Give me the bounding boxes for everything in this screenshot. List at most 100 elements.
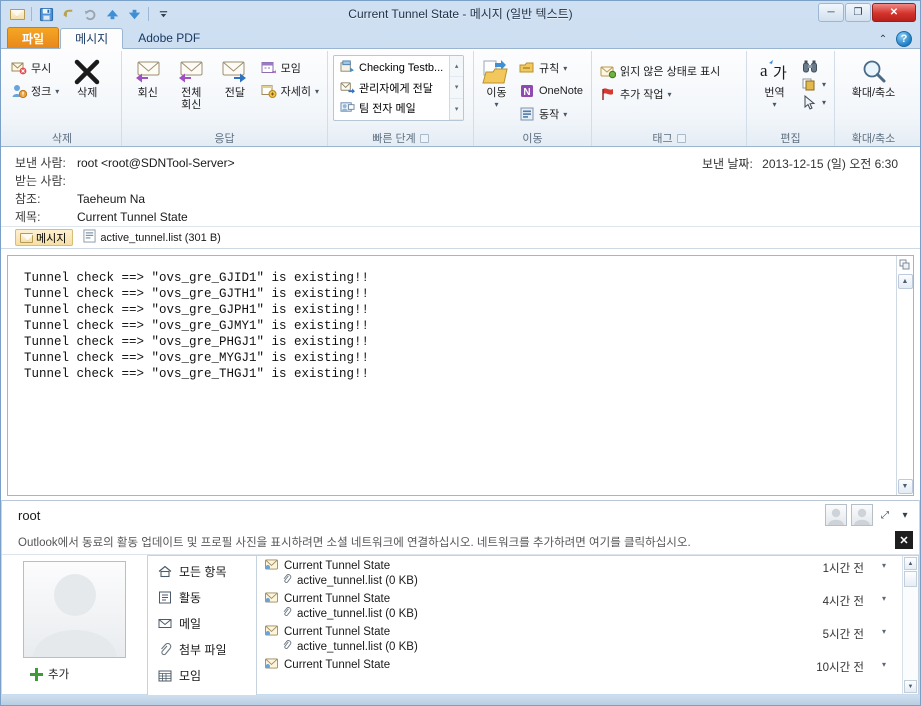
list-item[interactable]: Current Tunnel State active_tunnel.list …: [257, 557, 902, 590]
follow-up-button[interactable]: 추가 작업 ▾: [597, 84, 723, 104]
forward-label: 전달: [224, 87, 245, 99]
help-icon[interactable]: ?: [896, 31, 912, 47]
attachment-chip[interactable]: active_tunnel.list (301 B): [79, 229, 227, 246]
quick-step-team-email[interactable]: 팀 전자 메일: [336, 99, 447, 118]
close-notice-icon[interactable]: ✕: [895, 531, 913, 549]
forward-button[interactable]: 전달: [214, 55, 256, 99]
avatar[interactable]: [23, 561, 126, 658]
actions-icon: [519, 106, 535, 122]
scroll-split-icon[interactable]: [897, 256, 914, 273]
undo-icon[interactable]: [58, 5, 78, 24]
reply-button[interactable]: 회신: [127, 55, 169, 99]
to-label: 받는 사람:: [15, 174, 66, 188]
rules-button[interactable]: 규칙 ▾: [516, 58, 586, 78]
quick-steps-gallery[interactable]: Checking Testb... 관리자에게 전달 팀 전자 메일 ▴ ▾ ▾: [333, 55, 465, 121]
sidebar-item-all[interactable]: 모든 항목: [148, 558, 256, 584]
message-body-scrollbar[interactable]: ▲ ▼: [896, 256, 913, 495]
sidebar-item-meetings[interactable]: 모임: [148, 662, 256, 688]
quick-steps-scroll-more[interactable]: ▾: [450, 99, 464, 120]
people-scroll-thumb[interactable]: [904, 571, 917, 587]
junk-label: 정크: [31, 86, 52, 98]
mail-item-icon: [265, 592, 278, 606]
forward-manager-icon: [340, 80, 355, 97]
follow-up-caret-icon[interactable]: ▾: [668, 90, 672, 99]
actions-caret-icon[interactable]: ▾: [563, 110, 567, 119]
social-connector-notice[interactable]: Outlook에서 동료의 활동 업데이트 및 프로필 사진을 표시하려면 소셜…: [2, 529, 919, 555]
tags-dialog-launcher-icon[interactable]: [676, 133, 686, 143]
mark-unread-button[interactable]: 읽지 않은 상태로 표시: [597, 61, 723, 81]
zoom-button[interactable]: 확대/축소: [841, 55, 907, 99]
customize-qat-icon[interactable]: [153, 5, 173, 24]
related-button[interactable]: ▾: [799, 76, 829, 93]
rules-caret-icon[interactable]: ▾: [563, 64, 567, 73]
list-item[interactable]: Current Tunnel State 10시간 전 ▾: [257, 656, 902, 674]
delete-button[interactable]: 삭제: [64, 55, 110, 99]
actions-button[interactable]: 동작 ▾: [516, 104, 586, 124]
mini-avatar-1[interactable]: [825, 504, 847, 526]
quick-steps-scroll-up[interactable]: ▴: [450, 56, 464, 78]
more-caret-icon[interactable]: ▾: [315, 87, 319, 96]
add-contact-button[interactable]: 추가: [30, 666, 69, 682]
list-item[interactable]: Current Tunnel State active_tunnel.list …: [257, 623, 902, 656]
onenote-button[interactable]: N OneNote: [516, 81, 586, 101]
tab-message[interactable]: 메시지: [60, 28, 124, 49]
redo-icon[interactable]: [80, 5, 100, 24]
tab-file[interactable]: 파일: [7, 27, 60, 48]
sidebar-item-attachments[interactable]: 첨부 파일: [148, 636, 256, 662]
next-item-icon[interactable]: [124, 5, 144, 24]
meeting-label: 모임: [280, 63, 301, 75]
related-caret-icon[interactable]: ▾: [822, 80, 826, 89]
mini-avatar-2[interactable]: [851, 504, 873, 526]
people-scroll-up[interactable]: ▲: [904, 557, 917, 570]
translate-button[interactable]: a가 번역 ▾: [752, 55, 797, 111]
move-caret-icon[interactable]: ▾: [494, 99, 498, 111]
list-item-chevron-down-icon[interactable]: ▾: [882, 594, 886, 603]
list-item-chevron-down-icon[interactable]: ▾: [882, 660, 886, 669]
people-scroll-down[interactable]: ▼: [904, 680, 917, 693]
scroll-up-button[interactable]: ▲: [897, 274, 913, 289]
people-pane-chevron-down-icon[interactable]: ▾: [897, 507, 913, 523]
select-caret-icon[interactable]: ▾: [822, 98, 826, 107]
quick-steps-scrollbar[interactable]: ▴ ▾ ▾: [449, 56, 464, 120]
sidebar-item-mail[interactable]: 메일: [148, 610, 256, 636]
ignore-button[interactable]: 무시: [8, 58, 62, 78]
scroll-down-button[interactable]: ▼: [897, 479, 913, 494]
meeting-button[interactable]: 모임: [258, 58, 322, 78]
envelope-icon[interactable]: [7, 5, 27, 24]
quick-steps-dialog-launcher-icon[interactable]: [419, 133, 429, 143]
quick-step-checking-testb[interactable]: Checking Testb...: [336, 59, 447, 78]
more-label: 자세히: [280, 86, 311, 98]
save-icon[interactable]: [36, 5, 56, 24]
message-body-text[interactable]: Tunnel check ==> "ovs_gre_GJID1" is exis…: [8, 256, 896, 495]
from-value[interactable]: root <root@SDNTool-Server>: [77, 156, 235, 170]
collapse-ribbon-icon[interactable]: ⌃: [875, 31, 891, 47]
tab-adobe-pdf[interactable]: Adobe PDF: [124, 27, 214, 48]
message-body-box: Tunnel check ==> "ovs_gre_GJID1" is exis…: [7, 255, 914, 496]
list-item-chevron-down-icon[interactable]: ▾: [882, 561, 886, 570]
message-tab-chip[interactable]: 메시지: [15, 229, 74, 246]
select-button[interactable]: ▾: [799, 94, 829, 111]
move-button[interactable]: 이동 ▾: [479, 55, 514, 111]
maximize-button[interactable]: ❐: [845, 3, 871, 22]
translate-caret-icon[interactable]: ▾: [772, 99, 776, 111]
minimize-button[interactable]: ─: [818, 3, 844, 22]
people-pane-scrollbar[interactable]: ▲ ▼: [902, 556, 918, 694]
list-item-title: Current Tunnel State: [284, 560, 391, 572]
reply-all-button[interactable]: 전체 회신: [171, 55, 213, 111]
ribbon-tab-bar: 파일 메시지 Adobe PDF ⌃ ?: [1, 27, 920, 49]
sidebar-item-activity[interactable]: 활동: [148, 584, 256, 610]
quick-steps-scroll-down[interactable]: ▾: [450, 77, 464, 99]
scroll-track[interactable]: [898, 290, 913, 478]
junk-button[interactable]: 정크 ▾: [8, 81, 62, 101]
list-item-chevron-down-icon[interactable]: ▾: [882, 627, 886, 636]
junk-caret-icon[interactable]: ▾: [55, 87, 59, 96]
list-item[interactable]: Current Tunnel State active_tunnel.list …: [257, 590, 902, 623]
quick-step-forward-manager[interactable]: 관리자에게 전달: [336, 79, 447, 98]
more-button[interactable]: 자세히 ▾: [258, 81, 322, 101]
find-button[interactable]: [799, 58, 829, 75]
ribbon-group-editing-body: a가 번역 ▾ ▾ ▾: [747, 51, 834, 131]
close-button[interactable]: ✕: [872, 3, 916, 22]
expand-people-pane-icon[interactable]: ⤢: [877, 507, 893, 523]
cc-value[interactable]: Taeheum Na: [77, 192, 145, 206]
previous-item-icon[interactable]: [102, 5, 122, 24]
